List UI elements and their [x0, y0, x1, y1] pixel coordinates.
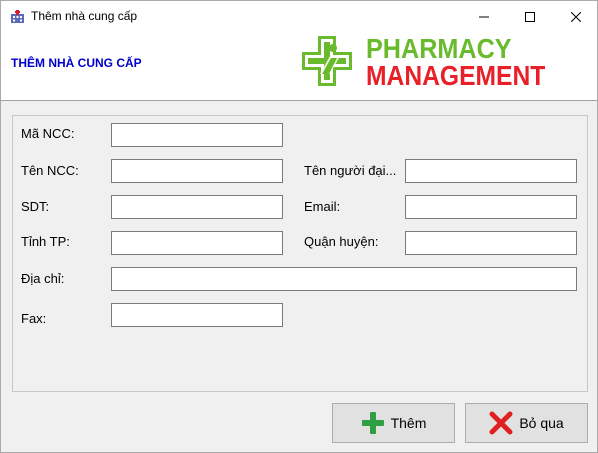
fax-input[interactable]	[111, 303, 283, 327]
close-button[interactable]	[553, 1, 598, 32]
app-icon	[11, 10, 24, 23]
pharmacy-cross-logo-icon	[302, 36, 352, 86]
skip-button[interactable]: Bỏ qua	[465, 403, 588, 443]
add-button-label: Thêm	[390, 415, 427, 431]
sdt-input[interactable]	[111, 195, 283, 219]
ma-ncc-label: Mã NCC:	[21, 126, 75, 141]
plus-icon	[361, 412, 384, 434]
minimize-icon	[479, 16, 489, 17]
dia-chi-input[interactable]	[111, 267, 577, 291]
minimize-button[interactable]	[461, 1, 507, 32]
skip-button-label: Bỏ qua	[519, 415, 564, 431]
title-bar: Thêm nhà cung cấp	[1, 1, 597, 32]
logo-text-management: MANAGEMENT	[366, 60, 546, 91]
dia-chi-label: Địa chỉ:	[21, 271, 65, 286]
ma-ncc-input[interactable]	[111, 123, 283, 147]
email-input[interactable]	[405, 195, 577, 219]
maximize-icon	[525, 11, 535, 22]
add-supplier-window: Thêm nhà cung cấp THÊM NHÀ CUNG CẤP PHAR…	[0, 0, 598, 453]
ten-nguoi-dai-dien-input[interactable]	[405, 159, 577, 183]
ten-nguoi-dai-dien-label: Tên người đại...	[304, 163, 397, 178]
page-title: THÊM NHÀ CUNG CẤP	[11, 56, 142, 70]
pharmacy-logo: PHARMACY MANAGEMENT	[298, 34, 598, 94]
tinh-tp-label: Tỉnh TP:	[21, 234, 70, 249]
quan-huyen-label: Quận huyện:	[304, 234, 379, 249]
header-divider	[1, 100, 597, 101]
ten-ncc-label: Tên NCC:	[21, 163, 79, 178]
maximize-button[interactable]	[507, 1, 553, 32]
sdt-label: SDT:	[21, 199, 50, 214]
close-icon	[571, 11, 581, 22]
email-label: Email:	[304, 199, 341, 214]
form-header: THÊM NHÀ CUNG CẤP PHARMACY MANAGEMENT	[1, 32, 597, 100]
ten-ncc-input[interactable]	[111, 159, 283, 183]
x-icon	[489, 411, 513, 435]
quan-huyen-input[interactable]	[405, 231, 577, 255]
window-title: Thêm nhà cung cấp	[31, 9, 138, 23]
add-button[interactable]: Thêm	[332, 403, 455, 443]
tinh-tp-input[interactable]	[111, 231, 283, 255]
fax-label: Fax:	[21, 311, 47, 326]
